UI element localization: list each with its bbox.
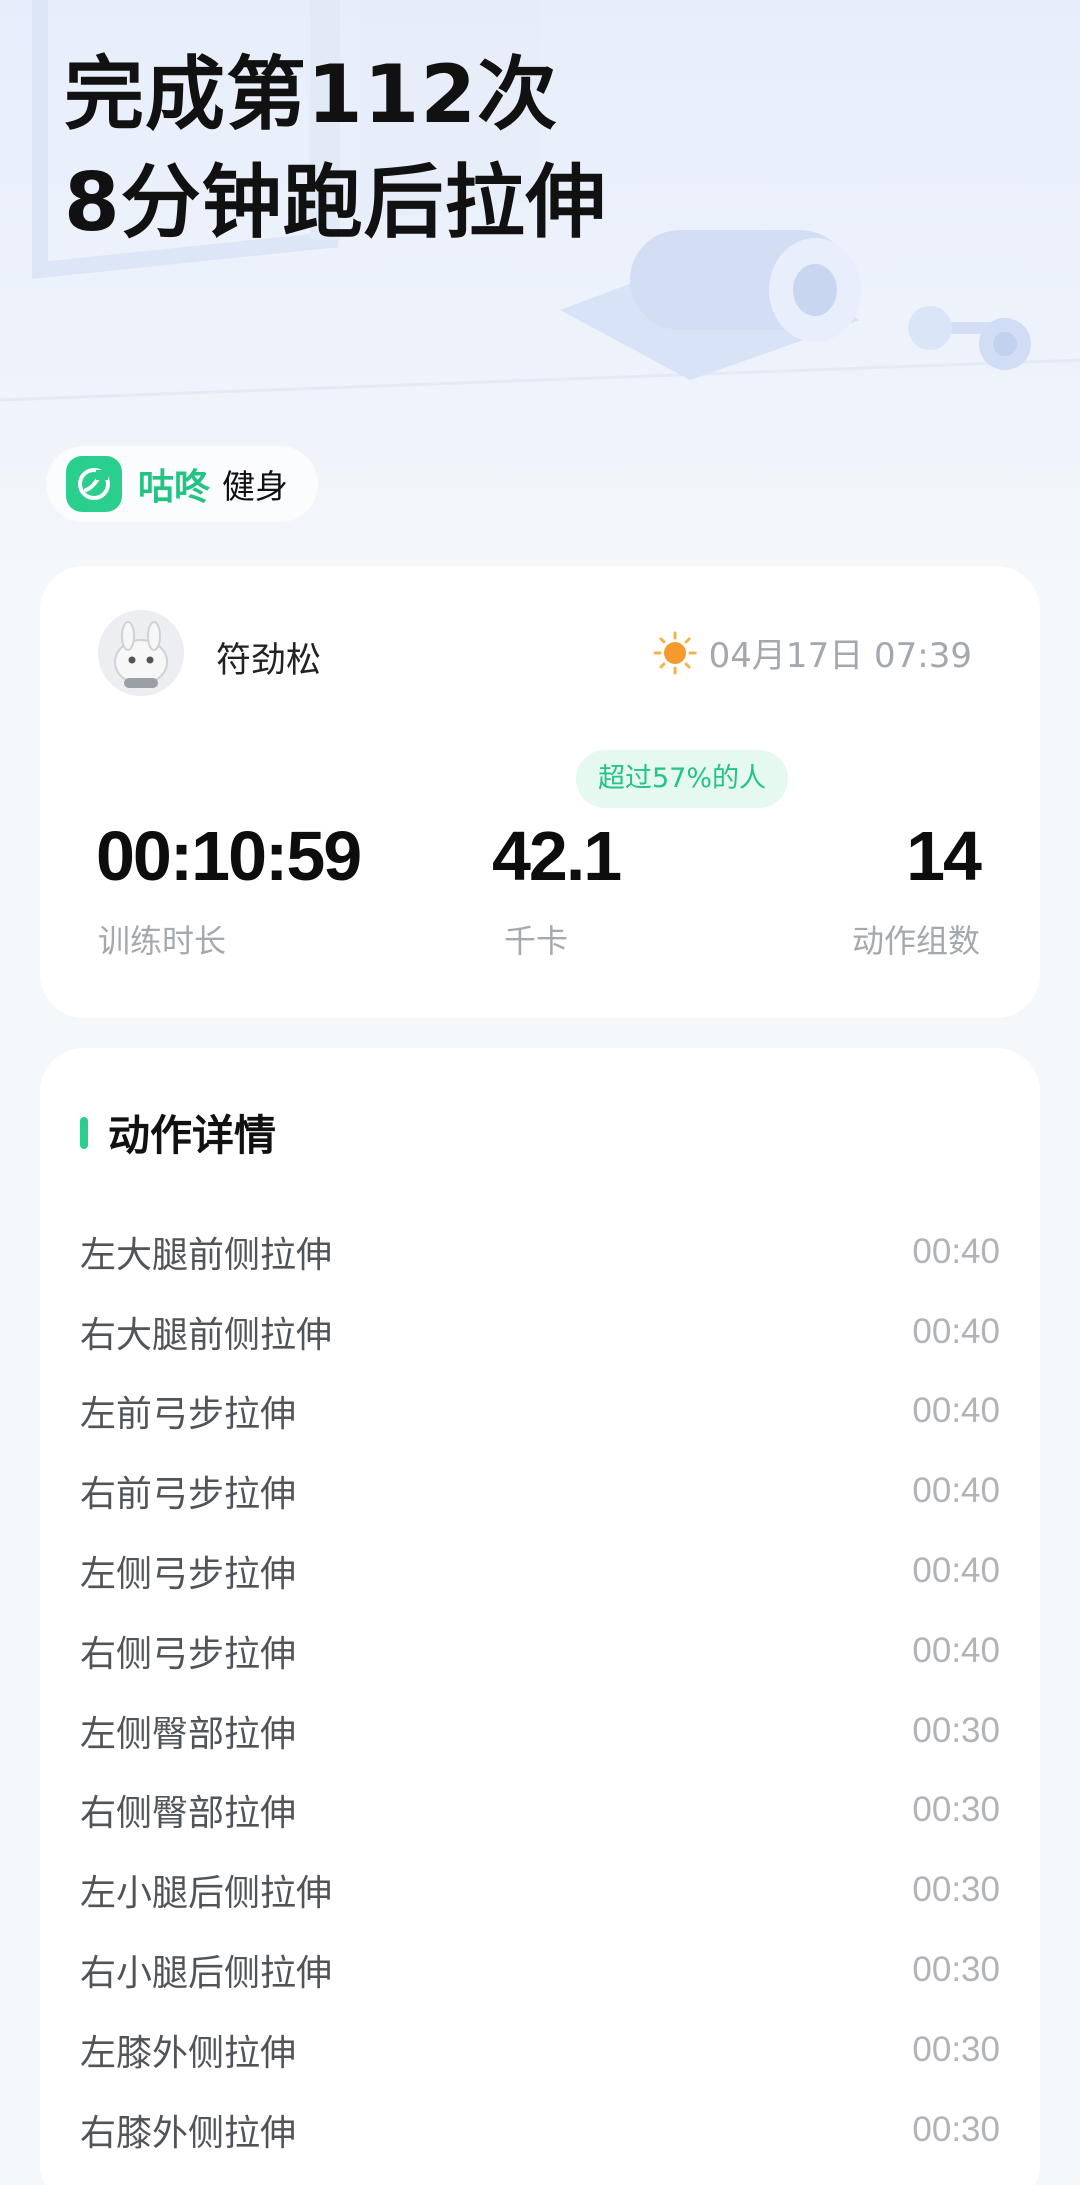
- exercise-row[interactable]: 左大腿前侧拉伸 00:40: [40, 1212, 1040, 1292]
- user-name: 符劲松: [216, 641, 322, 681]
- exercise-duration: 00:40: [912, 1311, 1000, 1351]
- exercise-row[interactable]: 右侧臀部拉伸 00:30: [40, 1771, 1040, 1851]
- brand-chip[interactable]: 咕咚 健身: [46, 446, 319, 522]
- percentile-badge: 超过57%的人: [576, 750, 789, 808]
- exercise-name: 右前弓步拉伸: [80, 1474, 297, 1516]
- exercise-list: 左大腿前侧拉伸 00:40 右大腿前侧拉伸 00:40 左前弓步拉伸 00:40 右前弓步拉…: [40, 1212, 1040, 2170]
- exercise-row[interactable]: 右大腿前侧拉伸 00:40: [40, 1292, 1040, 1372]
- workout-count-title: 完成第112次: [64, 48, 558, 141]
- exercise-row[interactable]: 右侧弓步拉伸 00:40: [40, 1611, 1040, 1691]
- exercise-duration: 00:40: [912, 1551, 1000, 1591]
- exercise-detail-card: 动作详情 左大腿前侧拉伸 00:40 右大腿前侧拉伸 00:40 左前弓步拉伸 00:40…: [40, 1048, 1040, 2185]
- section-header: 动作详情: [80, 1102, 276, 1163]
- exercise-row[interactable]: 左小腿后侧拉伸 00:30: [40, 1850, 1040, 1930]
- exercise-duration: 00:30: [912, 1710, 1000, 1750]
- sets-label: 动作组数: [851, 922, 980, 960]
- exercise-name: 左膝外侧拉伸: [80, 2032, 297, 2074]
- exercise-name: 左侧弓步拉伸: [80, 1554, 297, 1596]
- exercise-name: 左前弓步拉伸: [80, 1394, 297, 1436]
- sets-value: 14: [906, 817, 982, 895]
- section-title: 动作详情: [108, 1111, 277, 1160]
- workout-datetime: 04月17日 07:39: [708, 636, 972, 676]
- exercise-row[interactable]: 左前弓步拉伸 00:40: [40, 1372, 1040, 1452]
- exercise-duration: 00:30: [912, 2029, 1000, 2069]
- calories-value: 42.1: [492, 817, 622, 895]
- exercise-row[interactable]: 右前弓步拉伸 00:40: [40, 1451, 1040, 1531]
- brand-suffix: 健身: [222, 467, 289, 506]
- exercise-name: 右侧弓步拉伸: [80, 1633, 297, 1675]
- exercise-duration: 00:30: [912, 2109, 1000, 2149]
- exercise-duration: 00:40: [912, 1391, 1000, 1431]
- exercise-name: 左大腿前侧拉伸: [80, 1234, 333, 1276]
- exercise-duration: 00:30: [912, 1950, 1000, 1990]
- exercise-row[interactable]: 左侧臀部拉伸 00:30: [40, 1691, 1040, 1771]
- exercise-name: 左侧臀部拉伸: [80, 1713, 297, 1755]
- duration-label: 训练时长: [98, 922, 227, 960]
- exercise-duration: 00:40: [912, 1630, 1000, 1670]
- codoon-logo-icon: [66, 456, 122, 512]
- summary-card: 符劲松 04月17日 07:39 超过57%的人 00:10:59 训练时长 4…: [40, 566, 1040, 1018]
- avatar[interactable]: [98, 610, 184, 696]
- duration-value: 00:10:59: [96, 817, 362, 895]
- exercise-name: 左小腿后侧拉伸: [80, 1873, 333, 1915]
- weather-datetime: 04月17日 07:39: [653, 628, 972, 677]
- exercise-row[interactable]: 左侧弓步拉伸 00:40: [40, 1531, 1040, 1611]
- calories-label: 千卡: [504, 922, 569, 960]
- sun-icon: [653, 631, 697, 674]
- brand-name: 咕咚: [138, 467, 211, 508]
- exercise-duration: 00:40: [912, 1471, 1000, 1511]
- exercise-name: 右侧臀部拉伸: [80, 1793, 297, 1835]
- section-accent-bar: [80, 1116, 88, 1149]
- exercise-duration: 00:30: [912, 1870, 1000, 1910]
- workout-name-title: 8分钟跑后拉伸: [64, 156, 607, 249]
- exercise-row[interactable]: 左膝外侧拉伸 00:30: [40, 2010, 1040, 2090]
- exercise-duration: 00:40: [912, 1231, 1000, 1271]
- exercise-name: 右小腿后侧拉伸: [80, 1953, 333, 1995]
- exercise-name: 右大腿前侧拉伸: [80, 1314, 333, 1356]
- exercise-name: 右膝外侧拉伸: [80, 2112, 297, 2154]
- exercise-row[interactable]: 右膝外侧拉伸 00:30: [40, 2090, 1040, 2170]
- exercise-row[interactable]: 右小腿后侧拉伸 00:30: [40, 1930, 1040, 2010]
- exercise-duration: 00:30: [912, 1790, 1000, 1830]
